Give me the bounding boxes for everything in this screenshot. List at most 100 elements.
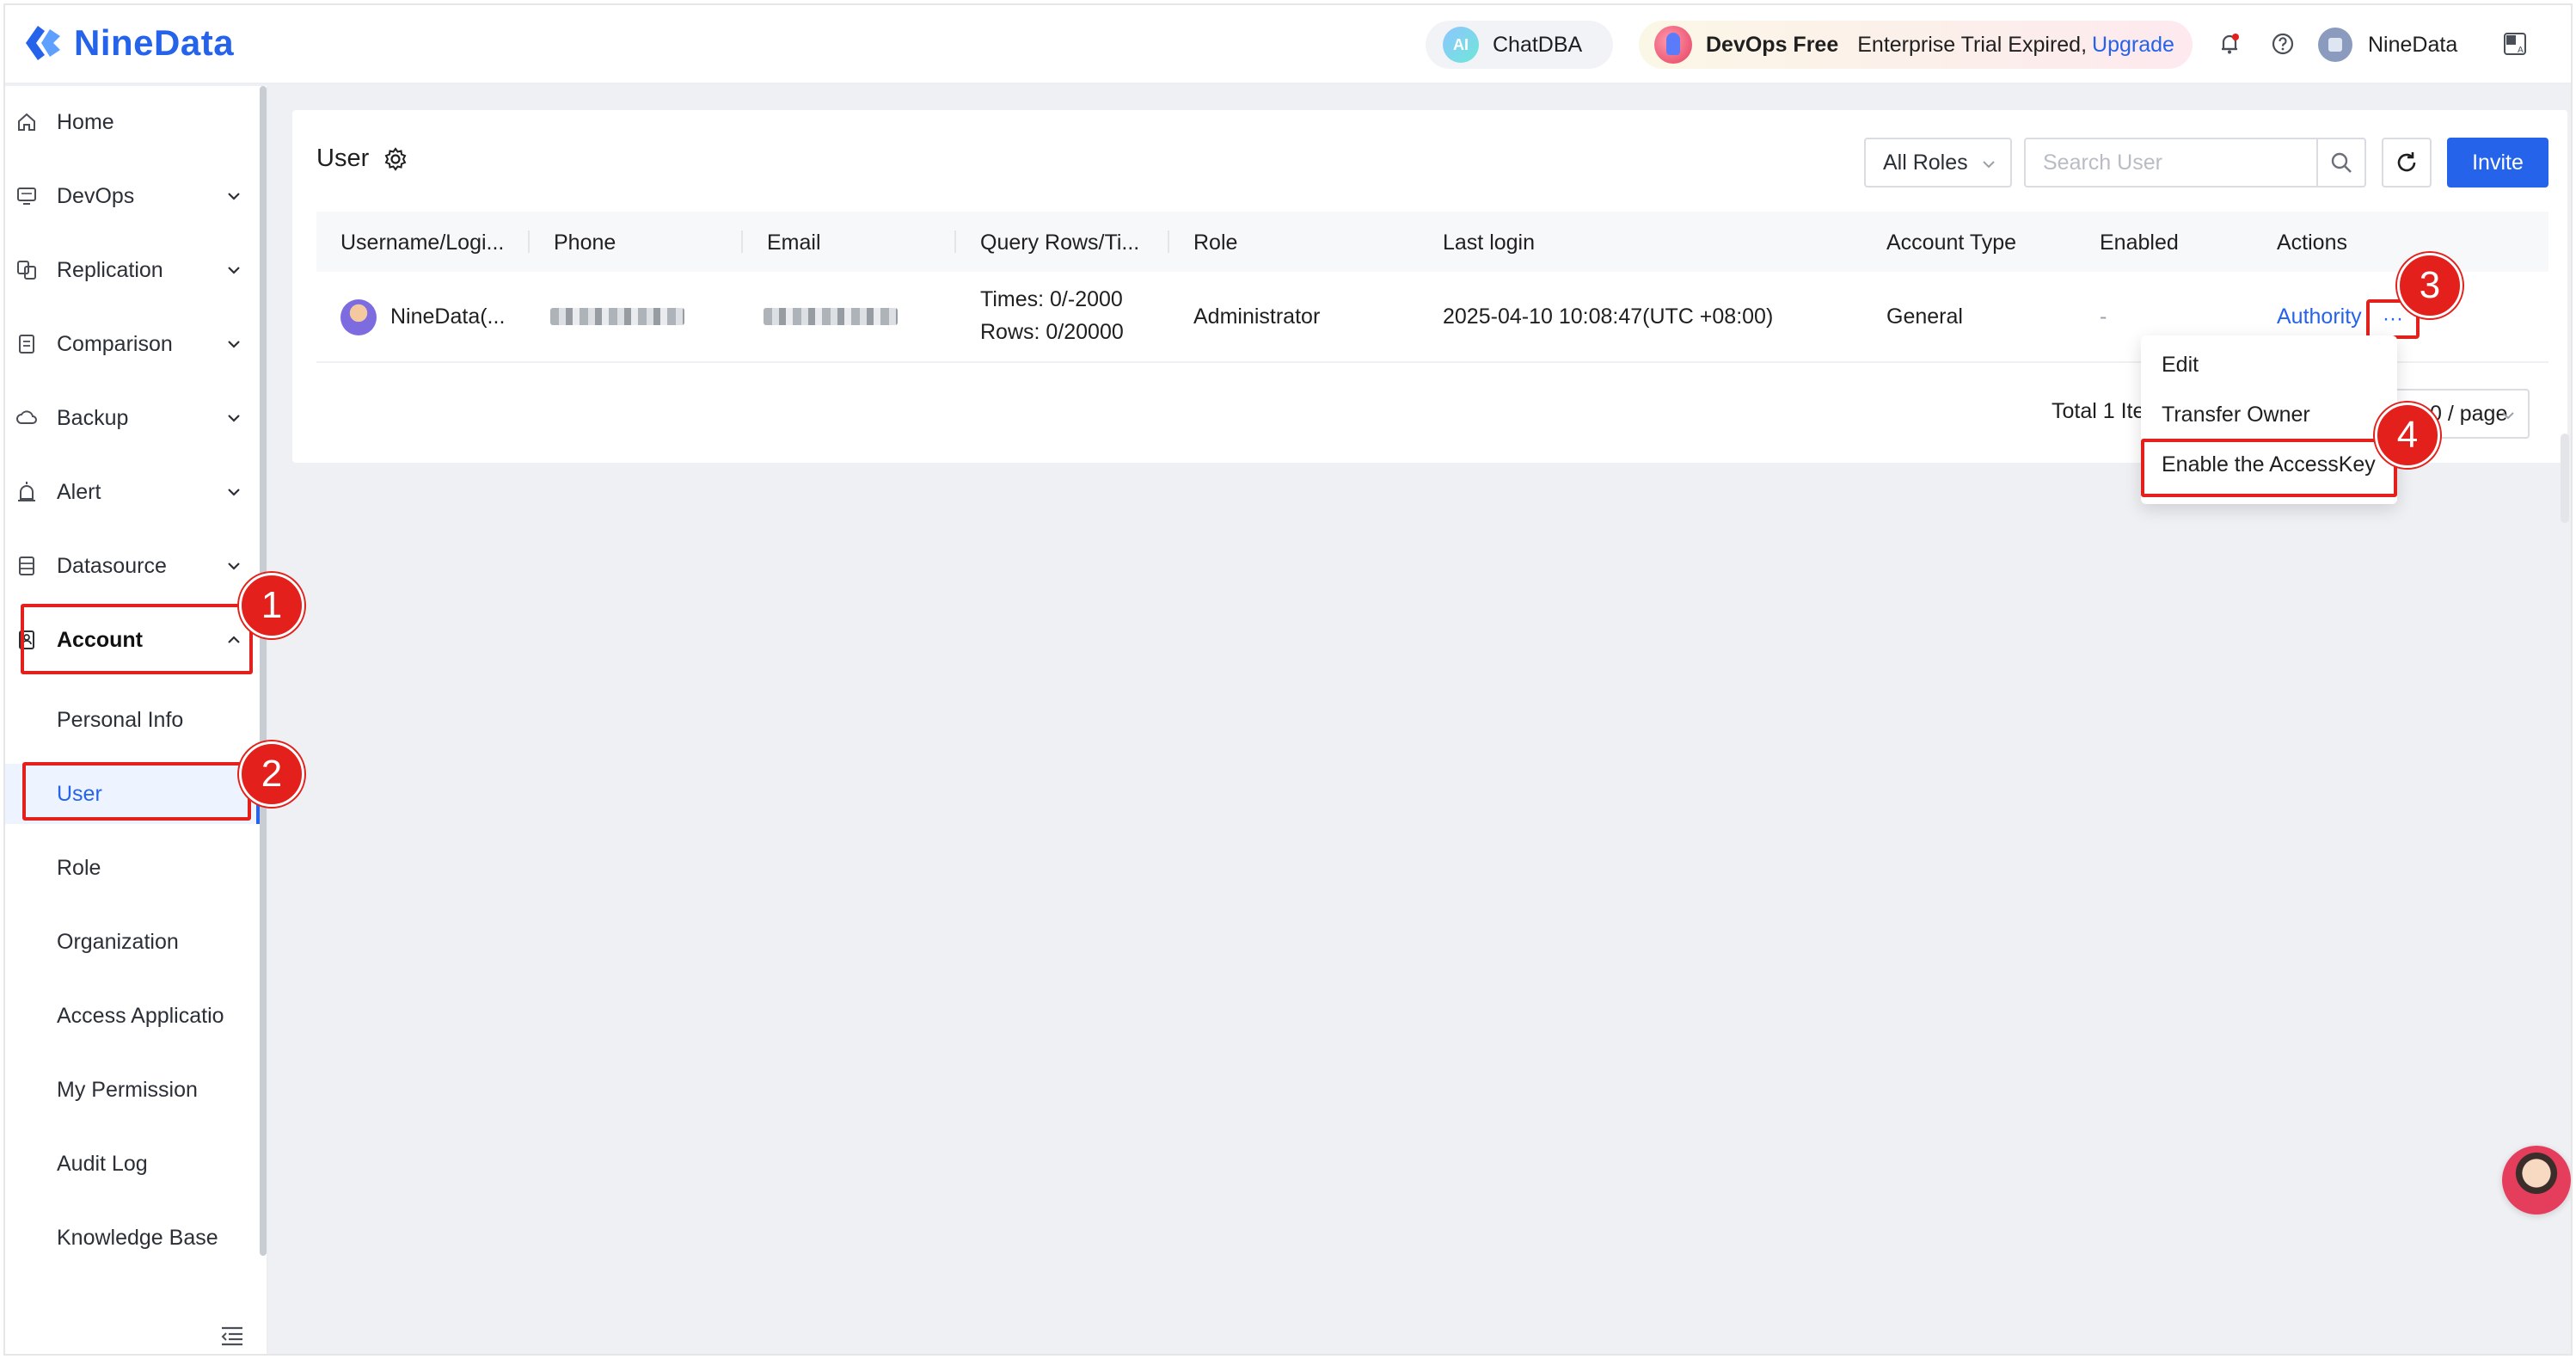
replication-icon xyxy=(17,261,36,280)
ai-icon: AI xyxy=(1443,27,1479,63)
alarm-icon xyxy=(18,482,35,501)
sidebar-item-label: Comparison xyxy=(57,331,173,356)
sidebar-subitem-audit-log[interactable]: Audit Log xyxy=(5,1134,260,1194)
sidebar-item-home[interactable]: Home xyxy=(5,96,255,148)
sidebar-item-label: DevOps xyxy=(57,183,135,208)
refresh-button[interactable] xyxy=(2382,138,2432,188)
query-times-cell: Times: 0/-2000 xyxy=(980,287,1123,311)
chevron-down-icon xyxy=(228,341,240,348)
last-login-cell: 2025-04-10 10:08:47(UTC +08:00) xyxy=(1443,304,1774,329)
bell-icon[interactable] xyxy=(2217,31,2242,57)
sidebar-item-label: Home xyxy=(57,109,114,134)
column-divider xyxy=(528,231,530,253)
sidebar-item-label: Backup xyxy=(57,405,129,430)
column-header[interactable]: Account Type xyxy=(1886,231,2016,255)
app-window: NineData AI ChatDBA DevOps Free Enterpri… xyxy=(3,3,2573,1356)
column-divider xyxy=(1168,231,1169,253)
sidebar-item-backup[interactable]: Backup xyxy=(5,392,255,444)
upgrade-link[interactable]: Upgrade xyxy=(2092,33,2174,58)
ninedata-logo-icon xyxy=(26,26,60,60)
authority-link[interactable]: Authority xyxy=(2277,304,2362,329)
page-title: User xyxy=(316,145,408,173)
comparison-icon xyxy=(19,335,34,354)
database-icon xyxy=(19,557,34,575)
chevron-down-icon xyxy=(228,193,240,200)
user-name: NineData xyxy=(2368,32,2458,57)
sidebar-subitem-access-application[interactable]: Access Applicatio xyxy=(5,986,260,1046)
sidebar-item-label: Alert xyxy=(57,479,101,504)
user-menu[interactable]: NineData xyxy=(2318,28,2457,62)
cloud-backup-icon xyxy=(16,410,37,424)
chevron-down-icon xyxy=(1983,161,1995,169)
chatdba-button[interactable]: AI ChatDBA xyxy=(1426,21,1613,69)
sidebar-subitem-organization[interactable]: Organization xyxy=(5,912,260,972)
gear-icon[interactable] xyxy=(383,146,408,172)
column-header[interactable]: Enabled xyxy=(2100,231,2179,255)
column-header[interactable]: Last login xyxy=(1443,231,1535,255)
page-title-text: User xyxy=(316,145,370,172)
roles-filter-value: All Roles xyxy=(1883,150,1968,175)
user-avatar xyxy=(340,299,377,335)
sidebar-item-replication[interactable]: Replication xyxy=(5,244,255,296)
trial-status: Enterprise Trial Expired, xyxy=(1857,32,2088,57)
sidebar-item-label: Datasource xyxy=(57,553,167,578)
sidebar-item-datasource[interactable]: Datasource xyxy=(5,540,255,592)
step-badge-3: 3 xyxy=(2397,253,2463,318)
logo[interactable]: NineData xyxy=(19,17,234,69)
column-header[interactable]: Username/Logi... xyxy=(340,231,504,255)
column-header[interactable]: Role xyxy=(1193,231,1237,255)
menu-item-edit[interactable]: Edit xyxy=(2141,341,2397,389)
role-cell: Administrator xyxy=(1193,304,1321,329)
rocket-icon xyxy=(1654,26,1692,64)
sidebar-item-label: Replication xyxy=(57,257,163,282)
plan-name: DevOps Free xyxy=(1706,32,1839,57)
plan-banner: DevOps Free Enterprise Trial Expired, Up… xyxy=(1639,21,2193,69)
highlight-user xyxy=(22,762,251,821)
sidebar-item-comparison[interactable]: Comparison xyxy=(5,318,255,370)
sidebar-item-alert[interactable]: Alert xyxy=(5,466,255,518)
chevron-down-icon xyxy=(228,563,240,570)
step-badge-2: 2 xyxy=(239,741,304,807)
collapse-sidebar-icon[interactable] xyxy=(220,1325,244,1347)
sidebar-subitem-my-permission[interactable]: My Permission xyxy=(5,1060,260,1120)
column-header[interactable]: Phone xyxy=(554,231,616,255)
chevron-down-icon xyxy=(228,489,240,496)
svg-text:A: A xyxy=(2518,46,2524,55)
chatdba-label: ChatDBA xyxy=(1493,32,1583,57)
invite-button[interactable]: Invite xyxy=(2447,138,2548,188)
menu-item-transfer-owner[interactable]: Transfer Owner xyxy=(2141,390,2397,439)
enabled-cell: - xyxy=(2100,304,2107,329)
chevron-down-icon xyxy=(228,267,240,274)
page-size-value: 0 / page xyxy=(2430,401,2508,426)
search-icon xyxy=(2331,152,2352,173)
top-header: NineData AI ChatDBA DevOps Free Enterpri… xyxy=(5,5,2571,84)
search-user-input[interactable] xyxy=(2024,138,2318,188)
column-header[interactable]: Query Rows/Ti... xyxy=(980,231,1139,255)
step-badge-1: 1 xyxy=(239,573,304,638)
support-assistant-avatar[interactable] xyxy=(2502,1146,2571,1214)
logo-text: NineData xyxy=(74,22,235,63)
roles-filter-select[interactable]: All Roles xyxy=(1864,138,2012,188)
column-divider xyxy=(741,231,743,253)
sidebar-item-devops[interactable]: DevOps xyxy=(5,170,255,222)
table-scrollbar[interactable] xyxy=(2561,434,2569,523)
sidebar-subitem-knowledge-base[interactable]: Knowledge Base xyxy=(5,1208,260,1268)
query-rows-cell: Rows: 0/20000 xyxy=(980,320,1124,344)
column-divider xyxy=(954,231,956,253)
column-header[interactable]: Email xyxy=(767,231,821,255)
highlight-account xyxy=(21,604,253,674)
search-button[interactable] xyxy=(2316,138,2366,188)
email-cell-redacted xyxy=(764,308,898,325)
sidebar: Home DevOps Replication Comparison Backu… xyxy=(5,86,268,1354)
column-header: Actions xyxy=(2277,231,2347,255)
username-cell: NineData(... xyxy=(390,304,506,329)
pagination-total: Total 1 Ite xyxy=(2052,399,2145,423)
table-header: Username/Logi... Phone Email Query Rows/… xyxy=(316,212,2548,272)
sidebar-subitem-personal-info[interactable]: Personal Info xyxy=(5,690,260,750)
phone-cell-redacted xyxy=(550,308,684,325)
sidebar-scrollbar[interactable] xyxy=(260,86,267,1256)
language-switch-icon[interactable]: A xyxy=(2502,31,2528,57)
highlight-enable-accesskey xyxy=(2141,439,2397,497)
help-icon[interactable] xyxy=(2270,31,2296,57)
sidebar-subitem-role[interactable]: Role xyxy=(5,838,260,898)
